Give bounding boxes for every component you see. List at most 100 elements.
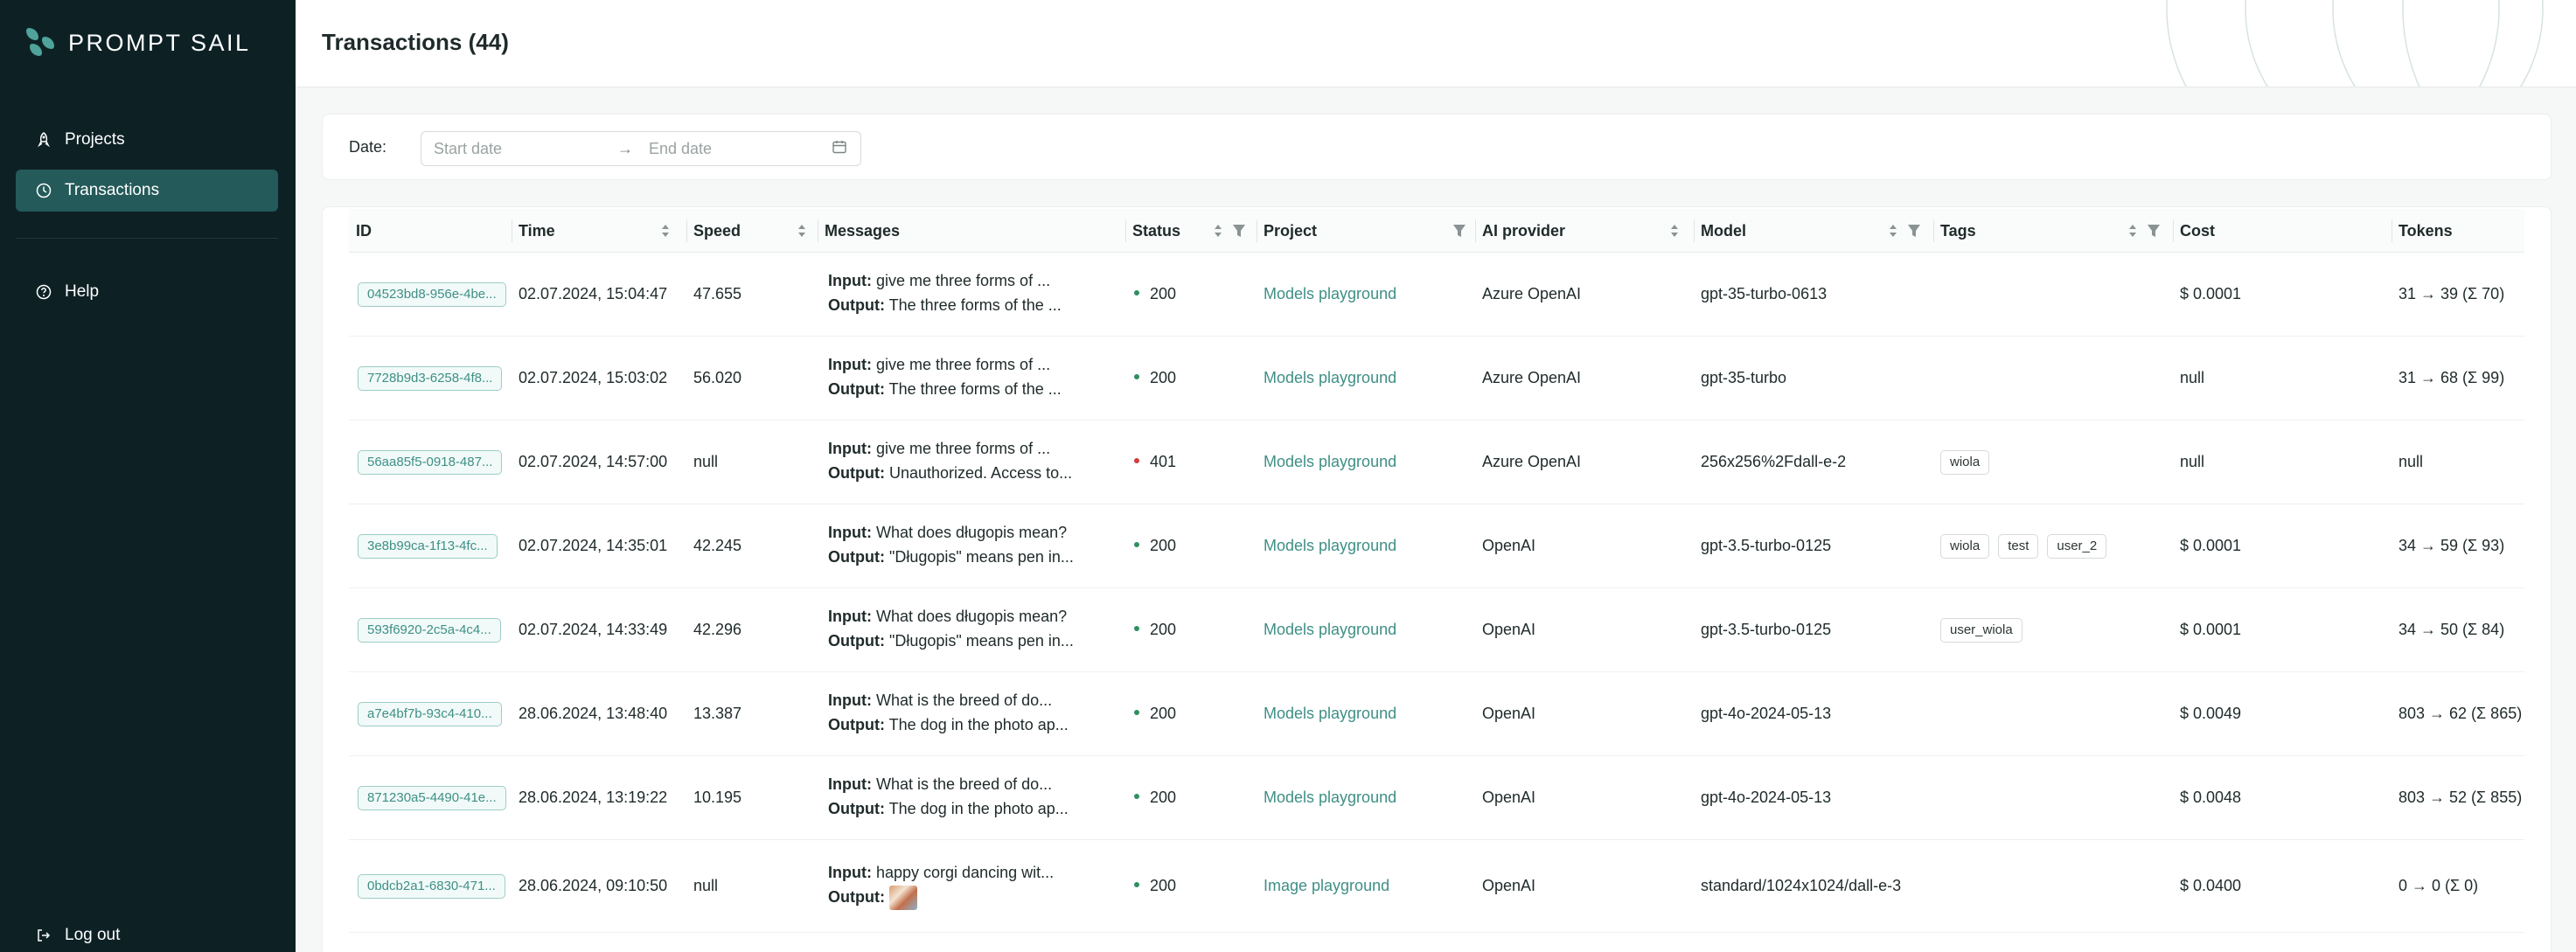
- logout-button[interactable]: Log out: [16, 914, 278, 952]
- arrow-right-icon: →: [617, 139, 633, 157]
- status-cell: 200: [1134, 789, 1176, 807]
- sidebar-item-projects[interactable]: Projects: [16, 119, 278, 161]
- ai-provider-cell: OpenAI: [1482, 705, 1536, 722]
- logout-label: Log out: [65, 926, 121, 944]
- table-header: ID Time Speed Messages Status Project AI…: [349, 209, 2524, 253]
- column-header-time[interactable]: Time: [512, 209, 686, 253]
- status-cell: 200: [1134, 285, 1176, 303]
- column-header-tokens[interactable]: Tokens: [2392, 209, 2524, 253]
- tag-chip[interactable]: wiola: [1940, 534, 1990, 559]
- column-header-messages[interactable]: Messages: [818, 209, 1125, 253]
- messages-cell[interactable]: Input: give me three forms of ... Output…: [828, 268, 1062, 317]
- transactions-table: ID Time Speed Messages Status Project AI…: [322, 206, 2552, 952]
- model-cell: gpt-35-turbo: [1701, 369, 1787, 386]
- project-link[interactable]: Models playground: [1264, 369, 1396, 387]
- filter-icon[interactable]: [1907, 223, 1921, 239]
- input-label: Input:: [828, 524, 872, 541]
- time-cell: 02.07.2024, 14:35:01: [519, 537, 668, 554]
- project-link[interactable]: Models playground: [1264, 705, 1396, 723]
- transaction-id-link[interactable]: 871230a5-4490-41e...: [358, 786, 506, 810]
- transaction-id-link[interactable]: 593f6920-2c5a-4c4...: [358, 618, 501, 643]
- calendar-icon[interactable]: [831, 138, 848, 160]
- table-row[interactable]: 04523bd8-956e-4be... 02.07.2024, 15:04:4…: [349, 253, 2524, 337]
- table-row[interactable]: 56aa85f5-0918-487... 02.07.2024, 14:57:0…: [349, 420, 2524, 504]
- table-row[interactable]: 7728b9d3-6258-4f8... 02.07.2024, 15:03:0…: [349, 337, 2524, 420]
- question-circle-icon: [33, 281, 54, 302]
- sort-icon[interactable]: [1669, 220, 1680, 241]
- column-header-tags[interactable]: Tags: [1933, 209, 2173, 253]
- table-row[interactable]: a7e4bf7b-93c4-410... 28.06.2024, 13:48:4…: [349, 672, 2524, 756]
- messages-cell[interactable]: Input: give me three forms of ... Output…: [828, 352, 1062, 401]
- model-cell: gpt-3.5-turbo-0125: [1701, 621, 1832, 638]
- tag-chip[interactable]: user_wiola: [1940, 618, 2023, 643]
- table-row[interactable]: 3e8b99ca-1f13-4fc... 02.07.2024, 14:35:0…: [349, 504, 2524, 588]
- output-image-thumbnail[interactable]: [888, 886, 917, 911]
- tag-chip[interactable]: user_2: [2047, 534, 2107, 559]
- column-header-id[interactable]: ID: [349, 209, 512, 253]
- project-link[interactable]: Image playground: [1264, 877, 1389, 895]
- sort-icon[interactable]: [1888, 220, 1898, 241]
- filter-icon[interactable]: [2147, 223, 2161, 239]
- status-code: 200: [1150, 789, 1177, 806]
- project-link[interactable]: Models playground: [1264, 453, 1396, 471]
- message-output: The dog in the photo ap...: [888, 800, 1069, 817]
- table-row[interactable]: 0bdcb2a1-6830-471... 28.06.2024, 09:10:5…: [349, 840, 2524, 933]
- tag-chip[interactable]: wiola: [1940, 450, 1990, 475]
- sort-icon[interactable]: [2127, 220, 2138, 241]
- speed-cell: 56.020: [693, 369, 742, 386]
- column-header-status[interactable]: Status: [1125, 209, 1257, 253]
- messages-cell[interactable]: Input: What is the breed of do... Output…: [828, 688, 1069, 737]
- sidebar-item-help[interactable]: Help: [16, 271, 278, 313]
- status-cell: 200: [1134, 705, 1176, 723]
- transaction-id-link[interactable]: 3e8b99ca-1f13-4fc...: [358, 534, 498, 559]
- message-output: Unauthorized. Access to...: [888, 464, 1073, 482]
- end-date-input[interactable]: End date: [649, 140, 831, 158]
- transaction-id-link[interactable]: 0bdcb2a1-6830-471...: [358, 874, 505, 899]
- output-label: Output:: [828, 296, 885, 314]
- filter-panel: Date: Start date → End date: [322, 114, 2552, 180]
- tokens-cell: 803 → 52 (Σ 855): [2398, 789, 2523, 806]
- transaction-id-link[interactable]: a7e4bf7b-93c4-410...: [358, 702, 502, 726]
- date-range-picker[interactable]: Start date → End date: [421, 131, 861, 166]
- sidebar: PROMPT SAIL Projects Transactions Help L…: [0, 0, 296, 952]
- output-label: Output:: [828, 800, 885, 817]
- message-output: "Długopis" means pen in...: [888, 548, 1074, 566]
- project-link[interactable]: Models playground: [1264, 789, 1396, 807]
- table-row[interactable]: 871230a5-4490-41e... 28.06.2024, 13:19:2…: [349, 756, 2524, 840]
- filter-icon[interactable]: [1232, 223, 1246, 239]
- messages-cell[interactable]: Input: What is the breed of do... Output…: [828, 772, 1069, 821]
- transaction-id-link[interactable]: 7728b9d3-6258-4f8...: [358, 366, 503, 391]
- sidebar-item-transactions[interactable]: Transactions: [16, 170, 278, 212]
- column-header-model[interactable]: Model: [1694, 209, 1933, 253]
- cost-cell: null: [2180, 369, 2205, 386]
- start-date-input[interactable]: Start date: [434, 140, 617, 158]
- messages-cell[interactable]: Input: happy corgi dancing wit... Output…: [828, 860, 1054, 911]
- messages-cell[interactable]: Input: What does długopis mean? Output: …: [828, 520, 1074, 569]
- table-row[interactable]: 593f6920-2c5a-4c4... 02.07.2024, 14:33:4…: [349, 588, 2524, 672]
- column-header-project[interactable]: Project: [1257, 209, 1475, 253]
- project-link[interactable]: Models playground: [1264, 621, 1396, 639]
- tokens-cell: 34 → 50 (Σ 84): [2398, 621, 2505, 638]
- output-label: Output:: [828, 548, 885, 566]
- sort-icon[interactable]: [797, 220, 807, 241]
- tag-chip[interactable]: test: [1998, 534, 2039, 559]
- status-cell: 401: [1134, 453, 1176, 471]
- project-link[interactable]: Models playground: [1264, 537, 1396, 555]
- filter-icon[interactable]: [1452, 223, 1466, 239]
- messages-cell[interactable]: Input: give me three forms of ... Output…: [828, 436, 1072, 485]
- cost-cell: null: [2180, 453, 2205, 470]
- sort-icon[interactable]: [660, 220, 671, 241]
- app-logo[interactable]: PROMPT SAIL: [26, 28, 251, 58]
- speed-cell: 10.195: [693, 789, 742, 806]
- column-header-ai-provider[interactable]: AI provider: [1475, 209, 1694, 253]
- transaction-id-link[interactable]: 56aa85f5-0918-487...: [358, 450, 503, 475]
- status-cell: 200: [1134, 369, 1176, 387]
- column-header-cost[interactable]: Cost: [2173, 209, 2392, 253]
- transaction-id-link[interactable]: 04523bd8-956e-4be...: [358, 282, 506, 307]
- column-header-speed[interactable]: Speed: [686, 209, 818, 253]
- sort-icon[interactable]: [1213, 220, 1223, 241]
- messages-cell[interactable]: Input: What does długopis mean? Output: …: [828, 604, 1074, 653]
- project-link[interactable]: Models playground: [1264, 285, 1396, 303]
- cost-cell: $ 0.0048: [2180, 789, 2242, 806]
- status-code: 200: [1150, 621, 1177, 638]
